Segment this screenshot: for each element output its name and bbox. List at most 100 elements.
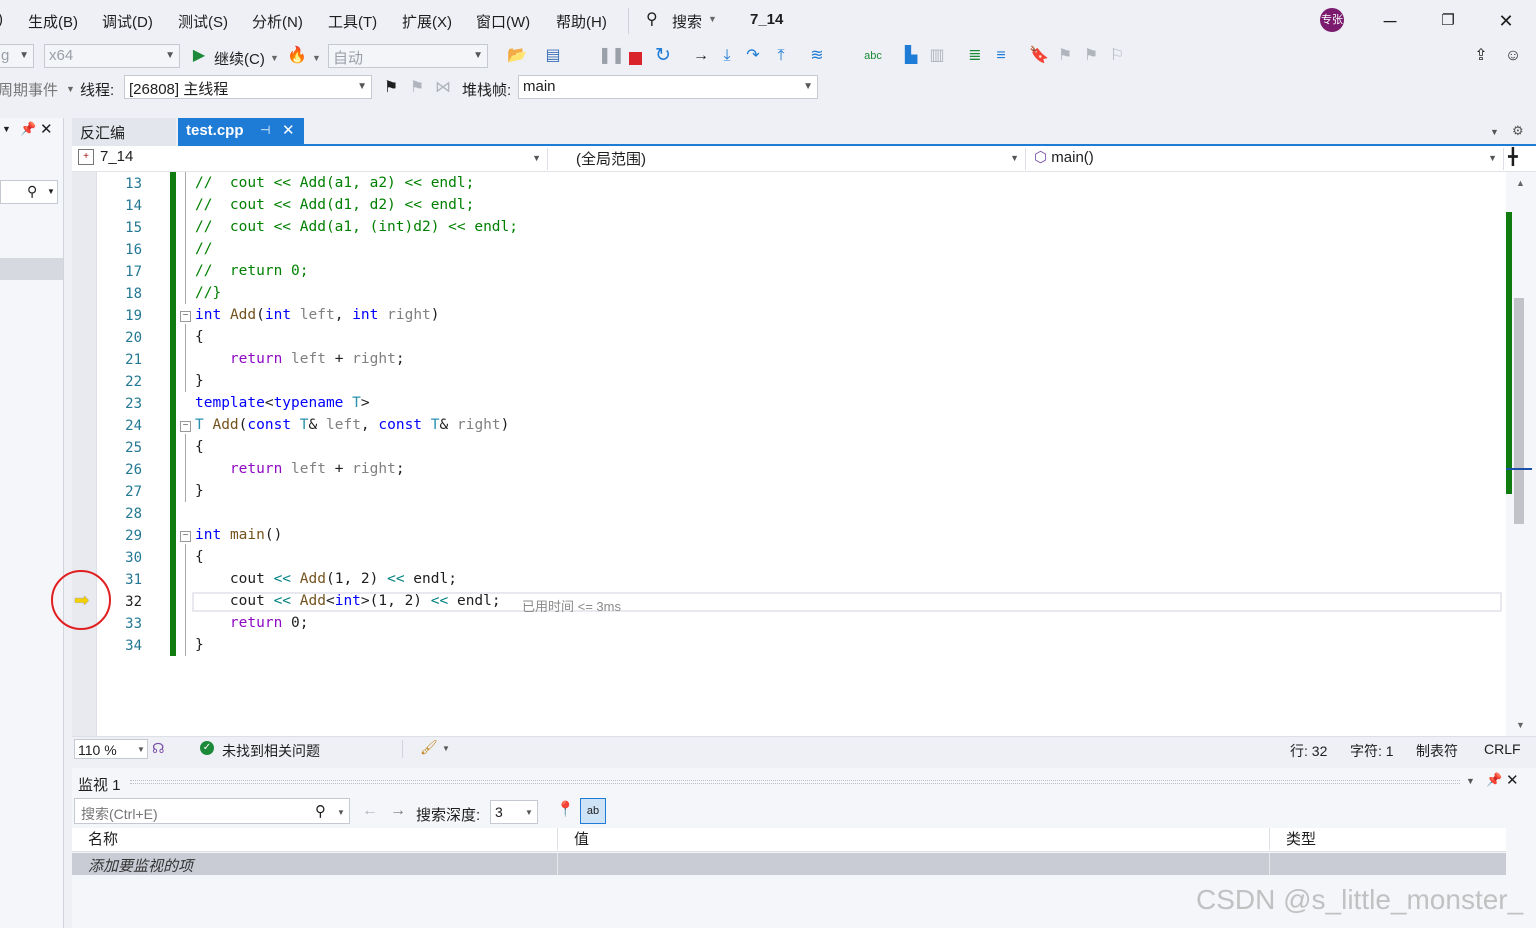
code-line-current[interactable]: cout << Add<int>(1, 2) << endl; xyxy=(195,593,501,609)
code-line[interactable]: } xyxy=(195,637,204,653)
spellcheck-icon[interactable]: abc xyxy=(862,45,884,67)
menu-window[interactable]: 窗口(W) xyxy=(476,11,530,32)
code-line[interactable]: cout << Add(1, 2) << endl; xyxy=(195,571,457,587)
close-icon[interactable]: ✕ xyxy=(1492,8,1520,34)
code-line[interactable]: return 0; xyxy=(195,615,309,631)
config-combo[interactable]: g ▼ xyxy=(0,44,34,68)
flag-icon[interactable]: ⚑ xyxy=(380,77,402,99)
restore-icon[interactable]: ❐ xyxy=(1434,8,1462,34)
cleanup-brush-icon[interactable]: 🖌 xyxy=(420,739,438,756)
intellicode-icon[interactable]: ☊ xyxy=(152,740,164,757)
back-arrow-icon[interactable]: ← xyxy=(362,802,378,820)
tab-mode-indicator[interactable]: 制表符 xyxy=(1416,741,1458,761)
folder-icon[interactable]: 📂 xyxy=(506,45,528,67)
close-icon[interactable]: ✕ xyxy=(1506,771,1519,789)
search-icon[interactable]: ⚲ xyxy=(646,9,658,29)
chevron-down-icon[interactable]: ▼ xyxy=(270,53,279,63)
menu-tools[interactable]: 工具(T) xyxy=(328,11,377,32)
code-line[interactable]: template<typename T> xyxy=(195,395,370,411)
share-icon[interactable]: ⇪ xyxy=(1470,45,1492,67)
lifecycle-events[interactable]: 周期事件 xyxy=(0,79,58,100)
chevron-down-icon[interactable]: ▼ xyxy=(66,84,75,94)
thread-icon[interactable]: ≋ xyxy=(806,45,828,67)
step-into-icon[interactable]: ⤓ xyxy=(716,45,738,67)
menu-analyze[interactable]: 分析(N) xyxy=(252,11,303,32)
code-line[interactable]: T Add(const T& left, const T& right) xyxy=(195,417,509,433)
prev-bookmark-icon[interactable]: ⚑ xyxy=(1054,45,1076,67)
search-depth-combo[interactable]: 3 ▼ xyxy=(490,800,538,824)
panel-search-input[interactable]: ⚲ ▼ xyxy=(0,180,58,204)
chevron-down-icon[interactable]: ▼ xyxy=(1466,776,1475,786)
show-next-statement-icon[interactable]: → xyxy=(690,45,712,67)
fold-toggle-icon[interactable]: − xyxy=(180,311,191,322)
code-line[interactable]: // cout << Add(a1, a2) << endl; xyxy=(195,175,474,191)
code-line[interactable]: } xyxy=(195,373,204,389)
split-icon[interactable]: ╋ xyxy=(1508,147,1518,167)
editor-vertical-scrollbar[interactable]: ▲ ▼ xyxy=(1506,172,1536,736)
watch-add-row[interactable]: 添加要监视的项 xyxy=(72,853,1506,875)
avatar[interactable]: 专张 xyxy=(1320,8,1344,32)
line-indicator[interactable]: 行: 32 xyxy=(1290,741,1327,761)
panel-selected-row[interactable] xyxy=(0,258,63,280)
uncomment-icon[interactable]: ▥ xyxy=(926,45,948,67)
perf-tip[interactable]: 已用时间 <= 3ms xyxy=(522,596,621,615)
pin-icon[interactable]: 📌 xyxy=(1486,772,1502,788)
code-line[interactable]: return left + right; xyxy=(195,351,405,367)
pin-to-source-icon[interactable]: 📍 xyxy=(556,800,575,818)
project-combo[interactable]: + 7_14 ▼ xyxy=(76,148,548,170)
menu-test[interactable]: 测试(S) xyxy=(178,11,228,32)
column-header-name[interactable]: 名称 xyxy=(72,828,558,850)
thread-combo[interactable]: [26808] 主线程 ▼ xyxy=(124,75,372,99)
hot-reload-icon[interactable]: 🔥 xyxy=(286,45,308,67)
step-over-icon[interactable]: ↷ xyxy=(742,45,764,67)
chevron-down-icon[interactable]: ▼ xyxy=(312,53,321,63)
collapse-icon[interactable]: ⋈ xyxy=(432,77,454,99)
feedback-icon[interactable]: ☺ xyxy=(1502,45,1524,67)
minimize-icon[interactable]: ─ xyxy=(1376,8,1404,34)
code-line[interactable]: // xyxy=(195,241,212,257)
outdent-icon[interactable]: ≡ xyxy=(990,45,1012,67)
code-line[interactable]: return left + right; xyxy=(195,461,405,477)
fold-toggle-icon[interactable]: − xyxy=(180,531,191,542)
screen-icon[interactable]: ▤ xyxy=(542,45,564,67)
auto-combo[interactable]: 自动 ▼ xyxy=(328,44,488,68)
char-indicator[interactable]: 字符: 1 xyxy=(1350,741,1394,761)
code-line[interactable]: { xyxy=(195,549,204,565)
code-line[interactable]: } xyxy=(195,483,204,499)
bookmark-icon[interactable]: 🔖 xyxy=(1028,45,1050,67)
step-out-icon[interactable]: ⤒ xyxy=(770,45,792,67)
continue-button[interactable]: 继续(C) xyxy=(214,48,265,69)
play-icon[interactable]: ▶ xyxy=(188,45,210,67)
zoom-combo[interactable]: 110 % ▼ xyxy=(74,739,148,759)
column-header-value[interactable]: 值 xyxy=(558,828,1270,850)
stackframe-combo[interactable]: main ▼ xyxy=(518,75,818,99)
watch-search-input[interactable]: 搜索(Ctrl+E) ⚲ ▼ xyxy=(74,798,350,824)
menu-extensions[interactable]: 扩展(X) xyxy=(402,11,452,32)
code-line[interactable]: // cout << Add(a1, (int)d2) << endl; xyxy=(195,219,518,235)
platform-combo[interactable]: x64 ▼ xyxy=(44,44,180,68)
close-icon[interactable]: ✕ xyxy=(282,121,295,139)
menu-build[interactable]: 生成(B) xyxy=(28,11,78,32)
tab-disassembly[interactable]: 反汇编 xyxy=(72,118,176,146)
code-line[interactable]: //} xyxy=(195,285,221,301)
menu-partial[interactable]: ) xyxy=(0,11,3,28)
eol-indicator[interactable]: CRLF xyxy=(1484,741,1521,757)
next-bookmark-icon[interactable]: ⚑ xyxy=(1080,45,1102,67)
code-line[interactable]: // return 0; xyxy=(195,263,309,279)
chevron-down-icon[interactable]: ▼ xyxy=(708,14,717,24)
issues-status[interactable]: 未找到相关问题 xyxy=(222,741,320,761)
code-line[interactable]: // cout << Add(d1, d2) << endl; xyxy=(195,197,474,213)
scroll-up-icon[interactable]: ▲ xyxy=(1516,178,1525,188)
code-editor[interactable]: 13 14 15 16 17 18 19 20 21 22 23 24 25 2… xyxy=(72,172,1536,736)
panel-grip[interactable] xyxy=(130,780,1460,784)
pause-icon[interactable]: ❚❚ xyxy=(598,45,625,67)
code-line[interactable]: { xyxy=(195,439,204,455)
flag-all-icon[interactable]: ⚑ xyxy=(406,77,428,99)
code-line[interactable]: int Add(int left, int right) xyxy=(195,307,440,323)
comment-icon[interactable]: ▙ xyxy=(900,45,922,67)
menu-debug[interactable]: 调试(D) xyxy=(102,11,153,32)
close-icon[interactable]: ✕ xyxy=(40,120,53,138)
pin-icon[interactable]: ⊣ xyxy=(260,123,270,137)
member-combo[interactable]: ⬡ main() ▼ xyxy=(1030,148,1504,170)
indent-icon[interactable]: ≣ xyxy=(964,45,986,67)
